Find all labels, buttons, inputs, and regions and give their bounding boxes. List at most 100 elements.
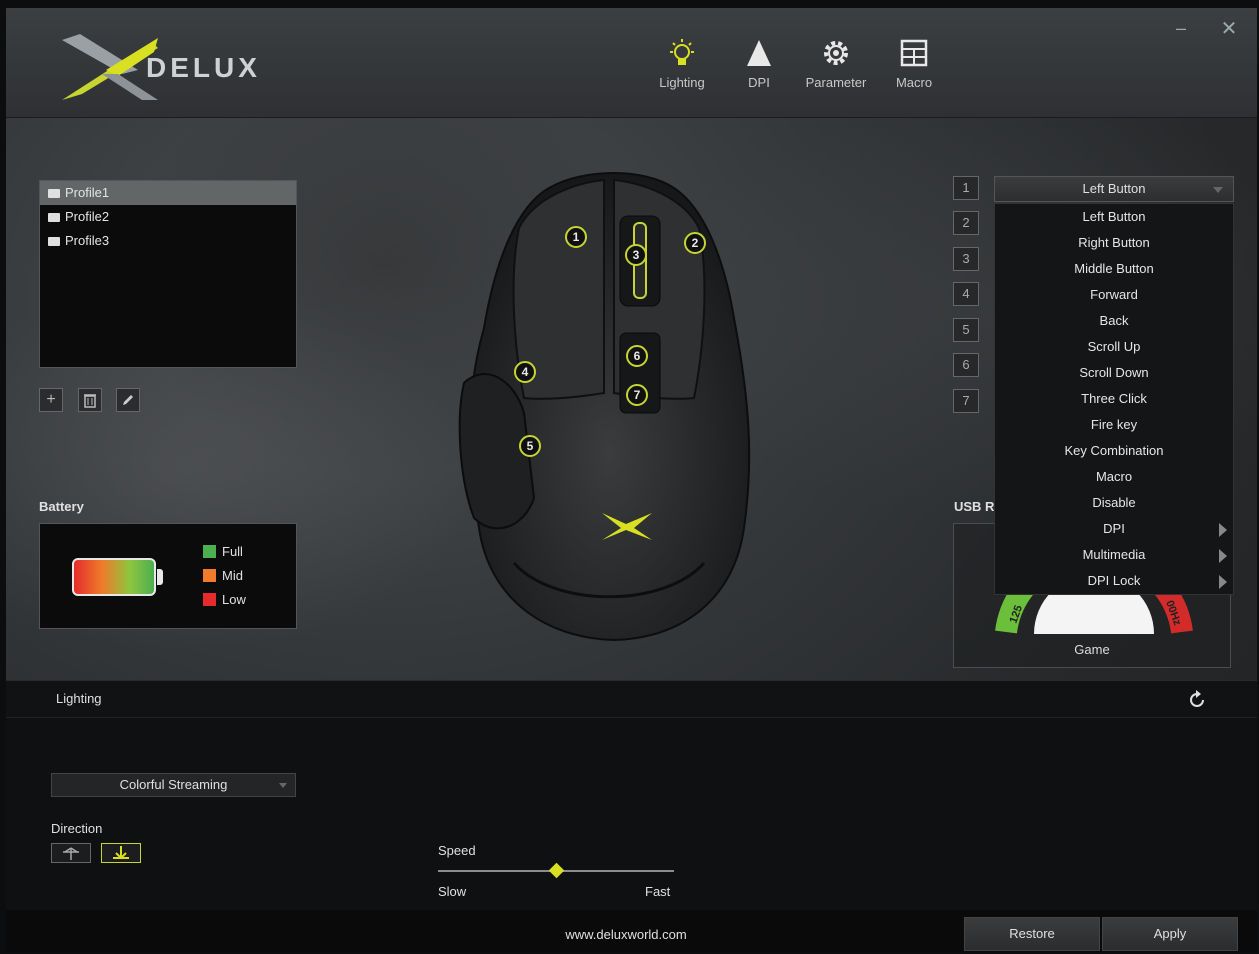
arrow-up-icon: [63, 847, 79, 860]
menu-item-right-button[interactable]: Right Button: [995, 230, 1233, 256]
speed-label: Speed: [438, 843, 476, 858]
menu-item-three-click[interactable]: Three Click: [995, 386, 1233, 412]
profile-item-3[interactable]: Profile3: [40, 229, 296, 253]
chevron-right-icon: [1219, 549, 1227, 563]
button-row-3[interactable]: 3: [953, 247, 979, 271]
reset-icon[interactable]: [1186, 689, 1208, 711]
arrow-up-icon: [747, 40, 771, 66]
brand-name: DELUX: [146, 52, 261, 83]
direction-label: Direction: [51, 821, 103, 836]
nav-dpi[interactable]: DPI: [719, 38, 799, 92]
legend-mid: Mid: [203, 568, 243, 583]
profile-item-1[interactable]: Profile1: [40, 181, 296, 205]
legend-full: Full: [203, 544, 243, 559]
folder-icon: [48, 236, 60, 246]
menu-item-label: Right Button: [1078, 235, 1150, 250]
mouse-image: [458, 172, 751, 642]
bulb-icon: [670, 39, 694, 65]
mouse-button-4-badge[interactable]: 4: [514, 361, 536, 383]
menu-item-key-combination[interactable]: Key Combination: [995, 438, 1233, 464]
add-profile-button[interactable]: +: [39, 388, 63, 412]
menu-item-disable[interactable]: Disable: [995, 490, 1233, 516]
chevron-down-icon: [1213, 187, 1223, 193]
mouse-illustration: 1 2 3 4 5 6 7: [454, 168, 764, 643]
menu-item-label: Macro: [1095, 469, 1133, 484]
menu-item-scroll-up[interactable]: Scroll Up: [995, 334, 1233, 360]
restore-button[interactable]: Restore: [964, 917, 1100, 951]
button-row-5[interactable]: 5: [953, 318, 979, 342]
button-row-4[interactable]: 4: [953, 282, 979, 306]
menu-item-dpi[interactable]: DPI: [995, 516, 1233, 542]
usb-mode-label: Game: [1074, 642, 1110, 657]
delete-profile-button[interactable]: [78, 388, 102, 412]
speed-slow-label: Slow: [438, 884, 467, 899]
mouse-button-7-badge[interactable]: 7: [626, 384, 648, 406]
close-button[interactable]: ✕: [1218, 16, 1240, 40]
nav-lighting-label: Lighting: [659, 75, 705, 90]
legend-swatch: [203, 569, 216, 582]
arrow-down-icon: [113, 846, 129, 860]
lighting-mode-select[interactable]: Colorful Streaming: [51, 773, 296, 797]
menu-item-left-button[interactable]: Left Button: [995, 204, 1233, 230]
menu-item-label: Key Combination: [1064, 443, 1164, 458]
menu-item-macro[interactable]: Macro: [995, 464, 1233, 490]
menu-item-label: Three Click: [1081, 391, 1147, 406]
usb-rate-label: USB R: [954, 499, 994, 514]
footer-bar: www.deluxworld.com Restore Apply: [6, 910, 1257, 952]
menu-item-scroll-down[interactable]: Scroll Down: [995, 360, 1233, 386]
edit-profile-button[interactable]: [116, 388, 140, 412]
menu-item-label: Multimedia: [1082, 547, 1146, 562]
mouse-button-2-badge[interactable]: 2: [684, 232, 706, 254]
menu-item-label: DPI Lock: [1087, 573, 1141, 588]
direction-down-button[interactable]: [101, 843, 141, 863]
pencil-icon: [123, 395, 133, 405]
legend-swatch: [203, 593, 216, 606]
profile-label: Profile3: [65, 233, 110, 248]
speed-slider-thumb[interactable]: [548, 862, 565, 879]
menu-item-dpi-lock[interactable]: DPI Lock: [995, 568, 1233, 594]
menu-item-middle-button[interactable]: Middle Button: [995, 256, 1233, 282]
legend-swatch: [203, 545, 216, 558]
menu-item-label: Back: [1099, 313, 1129, 328]
direction-up-button[interactable]: [51, 843, 91, 863]
profile-item-2[interactable]: Profile2: [40, 205, 296, 229]
button-row-2[interactable]: 2: [953, 211, 979, 235]
apply-button[interactable]: Apply: [1102, 917, 1238, 951]
menu-item-forward[interactable]: Forward: [995, 282, 1233, 308]
app-window: DELUX Lighting DPI Parameter Macro – ✕ P…: [6, 8, 1257, 952]
folder-icon: [48, 212, 60, 222]
folder-icon: [48, 188, 60, 198]
gear-icon: [824, 41, 848, 65]
speed-fast-label: Fast: [645, 884, 671, 899]
menu-item-multimedia[interactable]: Multimedia: [995, 542, 1233, 568]
lighting-section-header: Lighting: [6, 680, 1257, 718]
mouse-button-5-badge[interactable]: 5: [519, 435, 541, 457]
button-function-menu: Left Button Right Button Middle Button F…: [994, 203, 1234, 595]
button-row-1[interactable]: 1: [953, 176, 979, 200]
menu-item-back[interactable]: Back: [995, 308, 1233, 334]
minimize-button[interactable]: –: [1171, 18, 1191, 38]
mouse-button-6-badge[interactable]: 6: [626, 345, 648, 367]
menu-item-label: DPI: [1103, 521, 1125, 536]
grid-icon: [900, 39, 928, 67]
nav-parameter[interactable]: Parameter: [796, 38, 876, 92]
menu-item-label: Left Button: [1082, 209, 1146, 224]
button-function-select[interactable]: Left Button: [994, 176, 1234, 202]
menu-item-label: Disable: [1092, 495, 1136, 510]
menu-item-label: Scroll Down: [1079, 365, 1149, 380]
nav-lighting[interactable]: Lighting: [642, 38, 722, 92]
header-bar: DELUX Lighting DPI Parameter Macro – ✕: [6, 8, 1257, 118]
profile-list: Profile1 Profile2 Profile3: [39, 180, 297, 368]
menu-item-fire-key[interactable]: Fire key: [995, 412, 1233, 438]
battery-icon: [72, 558, 156, 596]
lighting-panel: Colorful Streaming Direction Speed Slow …: [6, 718, 1257, 910]
mouse-button-1-badge[interactable]: 1: [565, 226, 587, 248]
nav-macro[interactable]: Macro: [874, 38, 954, 92]
lighting-title: Lighting: [56, 691, 102, 706]
speed-slider[interactable]: [438, 862, 674, 879]
trash-icon: [84, 394, 96, 408]
legend-label: Mid: [222, 568, 243, 583]
mouse-button-3-badge[interactable]: 3: [625, 244, 647, 266]
button-row-7[interactable]: 7: [953, 389, 979, 413]
button-row-6[interactable]: 6: [953, 353, 979, 377]
